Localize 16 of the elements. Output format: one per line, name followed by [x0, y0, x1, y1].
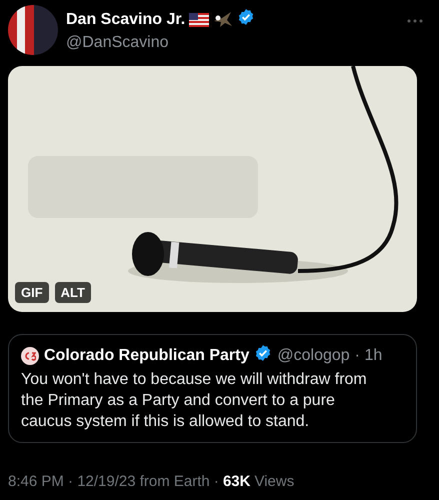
- more-icon[interactable]: [407, 19, 423, 23]
- author-name[interactable]: Dan Scavino Jr.: [66, 10, 186, 28]
- quoted-author-handle[interactable]: @cologop: [277, 346, 350, 364]
- views-label: Views: [254, 473, 294, 490]
- quoted-tweet[interactable]: Colorado Republican Party @cologop · 1h You won't have to because we will withdraw from the Primary as a Party and convert to a pure caucus system if this is allowed to stand.: [8, 334, 417, 443]
- timestamp: 8:46 PM · 12/19/23 from Earth ·: [8, 473, 219, 490]
- logo-icon: [21, 346, 39, 364]
- flag-icon: [189, 12, 210, 26]
- quoted-author-name[interactable]: Colorado Republican Party: [44, 346, 250, 364]
- views-count: 63K: [222, 473, 250, 490]
- quoted-time: · 1h: [354, 346, 382, 364]
- media-badge[interactable]: ALT: [54, 282, 91, 303]
- author-handle[interactable]: @DanScavino: [66, 34, 399, 52]
- avatar[interactable]: [8, 5, 58, 55]
- quoted-text: You won't have to because we will withdraw from the Primary as a Party and convert to a pure caucus system if this is allowed to stand.: [21, 370, 368, 432]
- media-badge[interactable]: GIF: [15, 282, 49, 303]
